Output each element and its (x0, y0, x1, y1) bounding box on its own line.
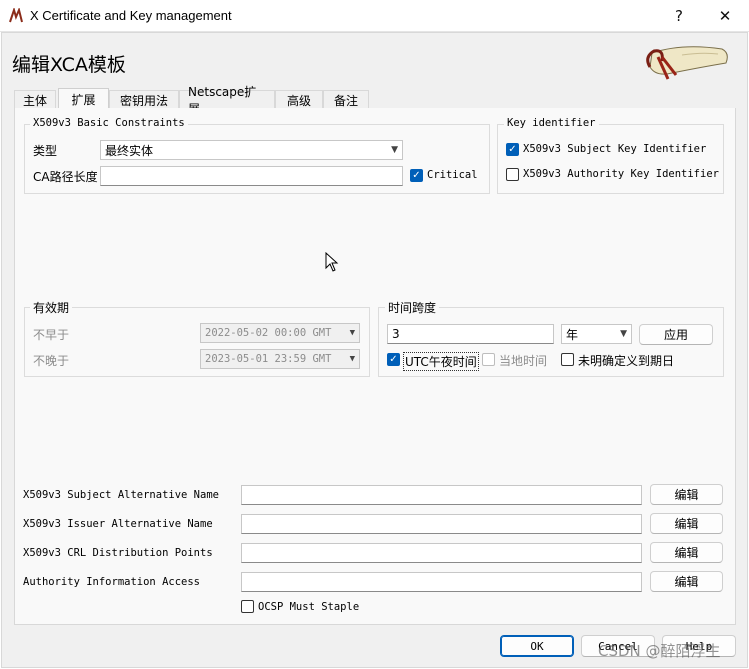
issuer-alt-name-input[interactable] (241, 514, 642, 534)
ok-button[interactable]: OK (500, 635, 574, 657)
ocsp-must-staple-checkbox[interactable] (241, 600, 254, 613)
local-time-label: 当地时间 (499, 354, 548, 368)
edit-authority-info-access-button[interactable]: 编辑 (650, 571, 723, 592)
authority-info-access-label: Authority Information Access (23, 576, 201, 588)
tab-netscape-extensions[interactable]: Netscape扩展 (179, 85, 275, 116)
tab-comment[interactable]: 备注 (323, 90, 369, 109)
authority-info-access-input[interactable] (241, 572, 642, 592)
not-after-value: 2023-05-01 23:59 GMT (205, 353, 332, 365)
not-before-label: 不早于 (33, 328, 70, 342)
validity-title: 有效期 (30, 299, 73, 316)
tab-subject[interactable]: 主体 (14, 90, 56, 109)
key-identifier-group (497, 124, 724, 194)
chevron-down-icon: ▼ (349, 354, 355, 364)
issuer-alt-name-label: X509v3 Issuer Alternative Name (23, 518, 213, 530)
time-range-amount-input[interactable]: 3 (387, 324, 554, 344)
crl-distribution-points-label: X509v3 CRL Distribution Points (23, 547, 213, 559)
not-before-value: 2022-05-02 00:00 GMT (205, 327, 332, 339)
subject-alt-name-input[interactable] (241, 485, 642, 505)
close-window-button[interactable]: ✕ (703, 0, 747, 32)
time-range-unit-select[interactable]: 年 ▼ (561, 324, 632, 344)
mouse-cursor-icon (325, 252, 339, 272)
utc-midnight-checkbox[interactable]: ✓ (387, 353, 400, 366)
chevron-down-icon: ▼ (620, 329, 627, 339)
utc-midnight-label: UTC午夜时间 (403, 352, 479, 371)
authority-key-identifier-checkbox[interactable] (506, 168, 519, 181)
type-select-value: 最终实体 (105, 143, 154, 158)
authority-key-identifier-label: X509v3 Authority Key Identifier (523, 168, 719, 180)
edit-issuer-alt-name-button[interactable]: 编辑 (650, 513, 723, 534)
subject-key-identifier-checkbox[interactable]: ✓ (506, 143, 519, 156)
critical-label: Critical (427, 169, 478, 181)
window-title: X Certificate and Key management (30, 8, 232, 23)
tab-advanced[interactable]: 高级 (275, 90, 323, 109)
time-range-title: 时间跨度 (385, 299, 440, 316)
tab-extensions[interactable]: 扩展 (58, 88, 109, 109)
key-identifier-title: Key identifier (504, 117, 599, 129)
chevron-down-icon: ▼ (391, 145, 398, 155)
not-after-label: 不晚于 (33, 354, 70, 368)
subject-key-identifier-label: X509v3 Subject Key Identifier (523, 143, 707, 155)
xca-app-icon (9, 8, 23, 23)
local-time-checkbox[interactable] (482, 353, 495, 366)
basic-constraints-title: X509v3 Basic Constraints (30, 117, 188, 129)
ocsp-must-staple-label: OCSP Must Staple (258, 601, 360, 613)
page-title: 编辑XCA模板 (12, 54, 126, 76)
apply-button[interactable]: 应用 (639, 324, 713, 345)
not-before-datetime[interactable]: 2022-05-02 00:00 GMT ▼ (200, 323, 360, 343)
not-after-datetime[interactable]: 2023-05-01 23:59 GMT ▼ (200, 349, 360, 369)
type-label: 类型 (33, 144, 58, 158)
subject-alt-name-label: X509v3 Subject Alternative Name (23, 489, 219, 501)
ca-path-length-label: CA路径长度 (33, 170, 98, 184)
scroll-logo-icon (646, 46, 728, 80)
chevron-down-icon: ▼ (349, 328, 355, 338)
edit-subject-alt-name-button[interactable]: 编辑 (650, 484, 723, 505)
no-expiry-checkbox[interactable] (561, 353, 574, 366)
type-select[interactable]: 最终实体 ▼ (100, 140, 403, 160)
critical-checkbox[interactable]: ✓ (410, 169, 423, 182)
csdn-watermark: CSDN @醉陌浮生 (598, 642, 721, 660)
help-title-button[interactable]: ? (657, 0, 701, 32)
no-expiry-label: 未明确定义到期日 (578, 354, 675, 368)
tab-key-usage[interactable]: 密钥用法 (109, 90, 179, 109)
edit-crl-distribution-points-button[interactable]: 编辑 (650, 542, 723, 563)
crl-distribution-points-input[interactable] (241, 543, 642, 563)
time-range-unit-value: 年 (566, 327, 579, 342)
ca-path-length-input[interactable] (100, 166, 403, 186)
